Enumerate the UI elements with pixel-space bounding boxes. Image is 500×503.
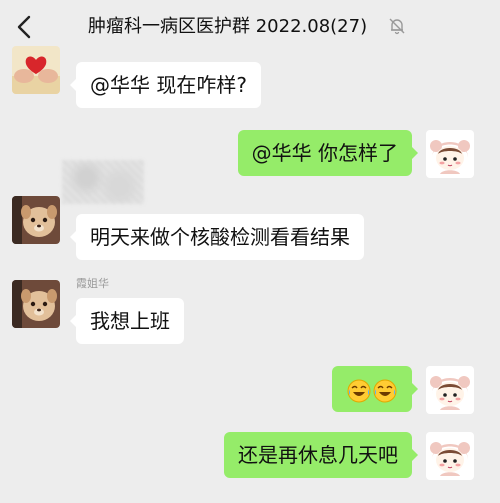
message-text: 我想上班 [90, 309, 170, 333]
message-bubble-4[interactable]: 我想上班 [70, 298, 184, 344]
sender-name: 霞姐华 [76, 277, 109, 290]
crying-laughing-emoji [347, 379, 371, 402]
message-text: 明天来做个核酸检测看看结果 [90, 225, 350, 249]
cartoon-girl-avatar[interactable] [426, 432, 474, 480]
message-text: @华华 现在咋样? [90, 73, 247, 97]
message-bubble-2[interactable]: @华华 你怎样了 [237, 130, 419, 176]
dog-avatar[interactable] [12, 280, 60, 328]
message-bubble-1[interactable]: @华华 现在咋样? [70, 62, 261, 108]
chevron-left-icon[interactable] [14, 14, 36, 40]
muted-bell-icon [389, 18, 405, 35]
message-text: @华华 你怎样了 [251, 141, 398, 165]
message-bubble-3[interactable]: 明天来做个核酸检测看看结果 [70, 214, 364, 260]
red-hands-heart-avatar[interactable] [12, 46, 60, 94]
chat-title: 肿瘤科一病区医护群 2022.08(27) [88, 16, 368, 37]
chat-header: 肿瘤科一病区医护群 2022.08(27) [0, 0, 500, 54]
redacted-sender-name [62, 160, 144, 204]
cartoon-girl-avatar[interactable] [426, 366, 474, 414]
message-bubble-6[interactable]: 还是再休息几天吧 [224, 432, 418, 478]
cartoon-girl-avatar[interactable] [426, 130, 474, 178]
crying-laughing-emoji [373, 379, 397, 402]
dog-avatar[interactable] [12, 196, 60, 244]
message-text: 还是再休息几天吧 [238, 443, 398, 467]
message-bubble-5[interactable] [332, 366, 418, 412]
